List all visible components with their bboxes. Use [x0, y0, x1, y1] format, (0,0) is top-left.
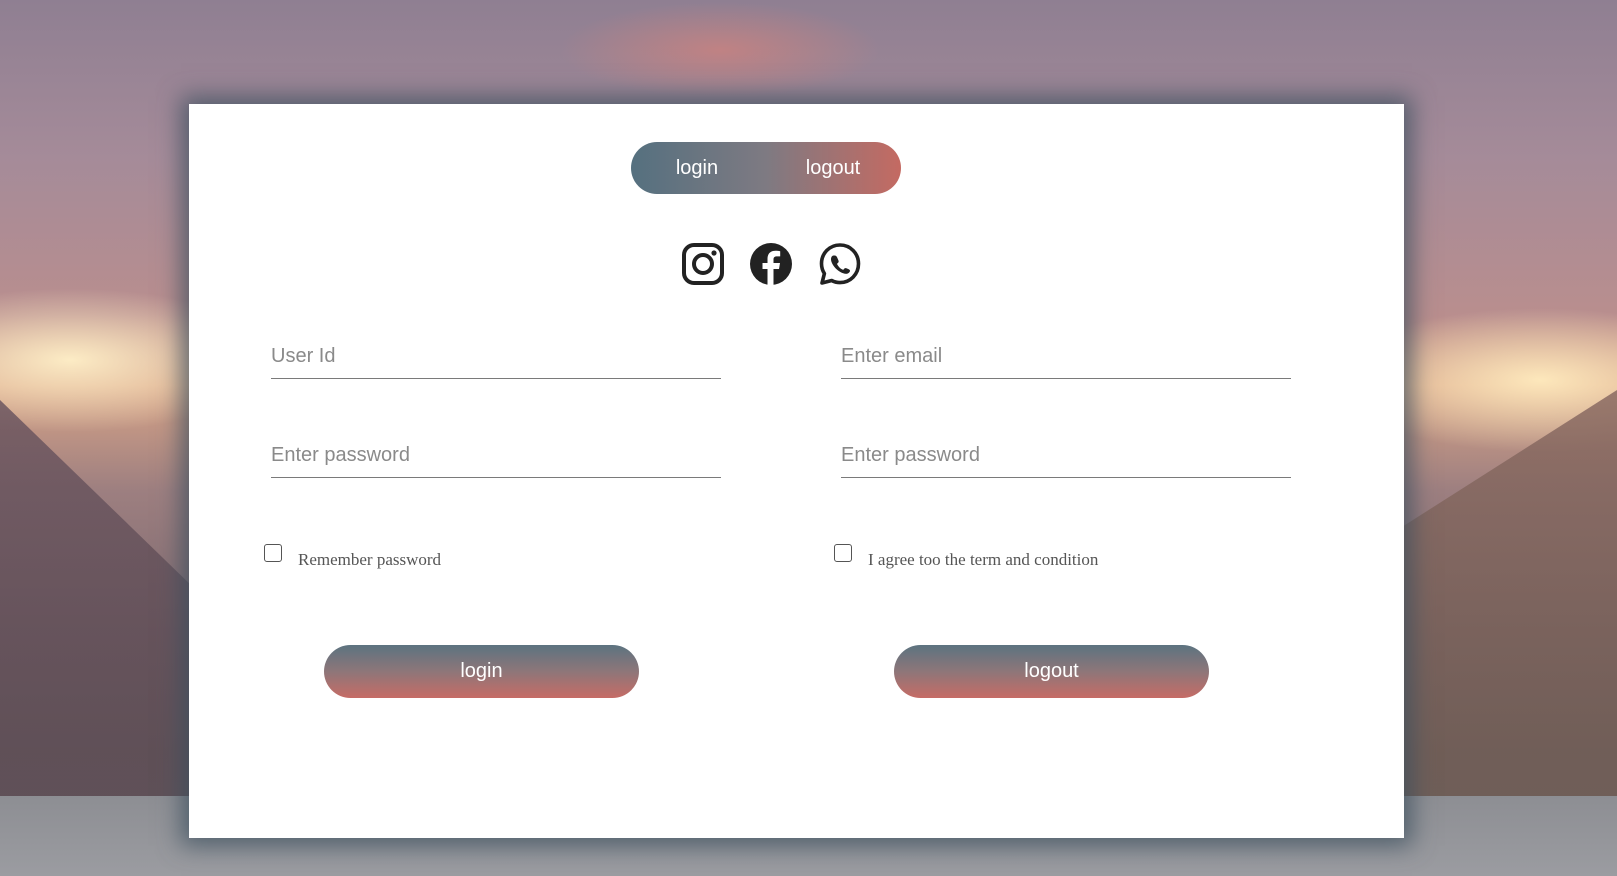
agree-terms-checkbox[interactable] [834, 544, 852, 562]
logout-password-input[interactable] [841, 434, 1291, 478]
auth-card: login logout Remember pas [189, 104, 1404, 838]
logout-button[interactable]: logout [894, 645, 1209, 698]
facebook-icon[interactable] [749, 241, 793, 287]
social-icons [681, 241, 881, 287]
remember-password-label: Remember password [298, 550, 442, 569]
user-id-input[interactable] [271, 335, 721, 379]
agree-terms-label: I agree too the term and condition [868, 550, 1099, 569]
login-button[interactable]: login [324, 645, 639, 698]
instagram-icon[interactable] [681, 241, 725, 287]
login-password-input[interactable] [271, 434, 721, 478]
whatsapp-icon[interactable] [818, 241, 862, 287]
toggle-logout-button[interactable]: logout [765, 142, 901, 194]
mode-toggle: login logout [631, 142, 901, 194]
remember-password-checkbox[interactable] [264, 544, 282, 562]
email-input[interactable] [841, 335, 1291, 379]
toggle-login-button[interactable]: login [631, 142, 763, 194]
